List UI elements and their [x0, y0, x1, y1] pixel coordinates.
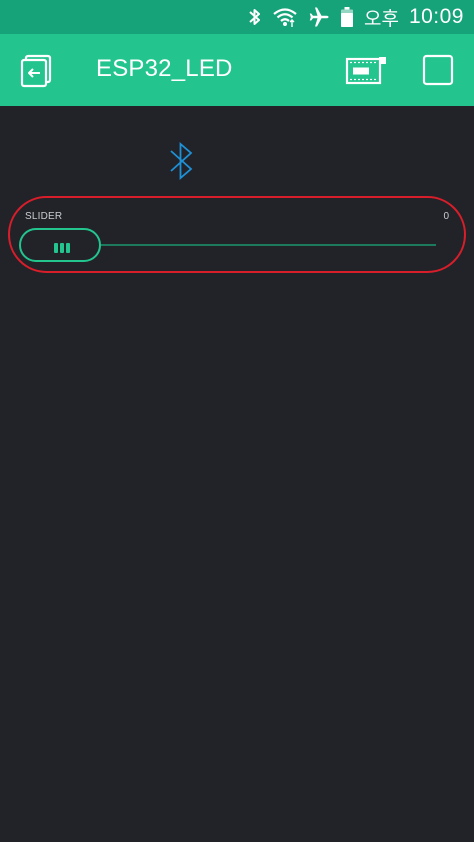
slider-handle[interactable] — [19, 228, 101, 262]
grip-icon — [54, 240, 70, 253]
slider-value: 0 — [443, 211, 449, 222]
status-bar: 오후 10:09 — [0, 0, 474, 34]
back-icon — [18, 54, 56, 94]
back-button[interactable] — [18, 52, 56, 90]
device-icon — [344, 57, 388, 92]
status-time: 10:09 — [408, 5, 464, 28]
stop-icon — [420, 54, 456, 92]
slider-label: SLIDER — [25, 211, 63, 222]
status-icons: 오후 10:09 — [248, 0, 464, 34]
slider-track[interactable] — [100, 244, 436, 246]
device-button[interactable] — [344, 54, 388, 88]
battery-icon — [340, 6, 354, 28]
bluetooth-icon — [166, 142, 196, 186]
bluetooth-widget[interactable] — [166, 140, 196, 182]
stop-button[interactable] — [420, 52, 456, 88]
app-bar: ESP32_LED — [0, 34, 474, 106]
wifi-icon — [272, 6, 298, 28]
airplane-mode-icon — [308, 6, 330, 28]
app-title: ESP32_LED — [96, 55, 233, 82]
screen: 오후 10:09 ESP32_LED SLIDER 0 — [0, 0, 474, 842]
bluetooth-icon — [248, 7, 262, 27]
status-ampm: 오후 — [363, 7, 399, 30]
